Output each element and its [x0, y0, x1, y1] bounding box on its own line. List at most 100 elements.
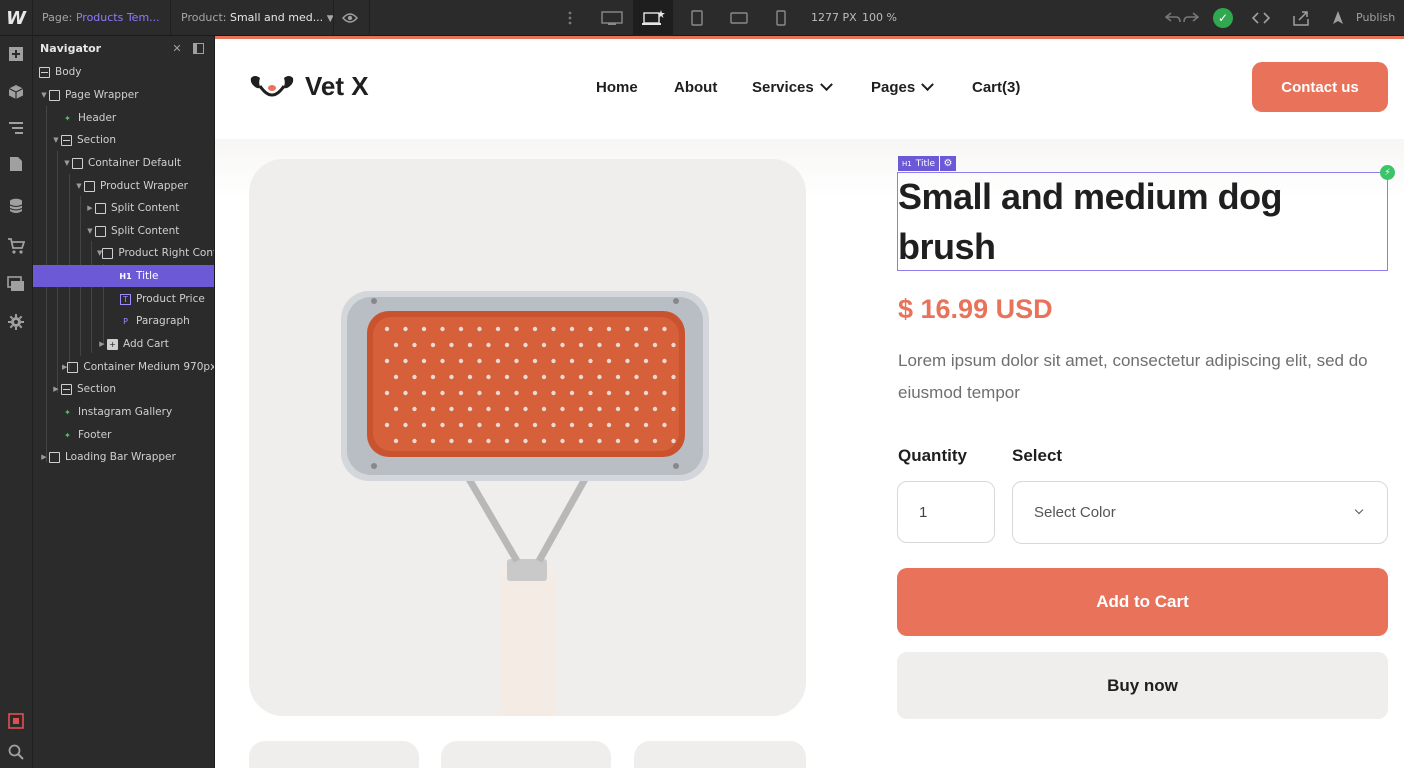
code-icon[interactable]	[1251, 8, 1271, 28]
navigator-panel: Navigator ✕ Body ▼ Page Wrapper ✦ Header…	[33, 36, 215, 768]
buy-now-button[interactable]: Buy now	[897, 652, 1388, 719]
paragraph-icon: P	[123, 316, 128, 326]
nav-item-loading-bar-wrapper[interactable]: ▶ Loading Bar Wrapper	[33, 446, 214, 468]
nav-item-section-2[interactable]: ▶ Section	[33, 378, 214, 400]
nav-dropdown-label: Services	[752, 79, 814, 96]
redo-icon[interactable]	[1181, 8, 1201, 28]
expand-arrow-icon[interactable]: ▼	[85, 227, 95, 235]
thumbnail-1[interactable]	[249, 741, 419, 768]
product-image-card[interactable]	[249, 159, 806, 716]
canvas-width: 1277 PX	[811, 11, 857, 24]
nav-link-about[interactable]: About	[674, 79, 717, 96]
nav-dropdown-services[interactable]: Services	[752, 78, 833, 96]
nav-item-paragraph[interactable]: P Paragraph	[33, 310, 214, 332]
publish-button[interactable]: Publish	[1356, 11, 1395, 24]
div-block-icon	[49, 451, 60, 463]
nav-link-home[interactable]: Home	[596, 79, 638, 96]
search-icon[interactable]	[6, 742, 26, 762]
preview-eye-icon[interactable]	[340, 8, 360, 28]
page-selector[interactable]: Page: Products Tem...	[42, 11, 160, 24]
nav-item-split-content-2[interactable]: ▼ Split Content	[33, 220, 214, 242]
nav-item-product-price[interactable]: T Product Price	[33, 288, 214, 310]
interaction-bolt-icon[interactable]: ⚡	[1380, 165, 1395, 180]
expand-arrow-icon[interactable]: ▼	[74, 182, 84, 190]
tree-label: Split Content	[111, 225, 180, 237]
symbol-icon: ✦	[64, 113, 71, 123]
nav-item-footer[interactable]: ✦ Footer	[33, 424, 214, 446]
nav-item-product-right-content[interactable]: ▼ Product Right Cont	[33, 242, 214, 264]
tree-label: Product Price	[136, 293, 205, 305]
more-options-icon[interactable]	[560, 8, 580, 28]
navigator-layers-icon[interactable]	[6, 118, 26, 138]
selected-element-tag[interactable]: H1 Title ⚙	[898, 156, 957, 171]
expand-arrow-icon[interactable]: ▼	[62, 159, 72, 167]
nav-item-container-default[interactable]: ▼ Container Default	[33, 152, 214, 174]
dock-panel-icon[interactable]	[191, 41, 205, 55]
mobile-portrait-breakpoint-icon[interactable]	[761, 0, 801, 36]
nav-dropdown-pages[interactable]: Pages	[871, 78, 935, 96]
desktop-breakpoint-icon[interactable]	[633, 0, 673, 36]
collapsed-arrow-icon[interactable]: ▶	[51, 385, 61, 393]
undo-icon[interactable]	[1163, 8, 1183, 28]
tree-label: Section	[77, 134, 117, 146]
tree-label: Split Content	[111, 202, 180, 214]
mobile-landscape-breakpoint-icon[interactable]	[719, 0, 759, 36]
nav-link-cart[interactable]: Cart(3)	[972, 79, 1020, 96]
add-elements-icon[interactable]	[6, 44, 26, 64]
symbols-cube-icon[interactable]	[6, 82, 26, 102]
product-description: Lorem ipsum dolor sit amet, consectetur …	[898, 351, 1368, 402]
collapse-all-icon[interactable]: ✕	[170, 41, 184, 55]
contact-us-button[interactable]: Contact us	[1252, 62, 1388, 112]
nav-item-page-wrapper[interactable]: ▼ Page Wrapper	[33, 84, 214, 106]
thumbnail-2[interactable]	[441, 741, 611, 768]
publish-rocket-icon[interactable]	[1328, 8, 1348, 28]
div-block-icon	[95, 225, 106, 237]
div-block-icon	[49, 89, 60, 101]
div-block-icon	[95, 202, 106, 214]
thumbnail-3[interactable]	[634, 741, 806, 768]
pages-icon[interactable]	[6, 154, 26, 174]
nav-item-add-cart[interactable]: ▶ + Add Cart	[33, 333, 214, 355]
element-settings-gear-icon[interactable]: ⚙	[940, 156, 957, 171]
nav-item-body[interactable]: Body	[33, 61, 214, 83]
nav-item-product-wrapper[interactable]: ▼ Product Wrapper	[33, 175, 214, 197]
add-to-cart-button[interactable]: Add to Cart	[897, 568, 1388, 636]
product-title[interactable]: Small and medium dog brush	[898, 172, 1378, 272]
select-label: Select	[1012, 446, 1063, 465]
webflow-logo[interactable]: W	[0, 0, 33, 36]
heading-badge: H1	[902, 159, 912, 168]
product-value: Small and med...	[229, 11, 324, 24]
nav-item-section[interactable]: ▼ Section	[33, 129, 214, 151]
product-selector[interactable]: Product: Small and med... ▼	[181, 11, 334, 24]
desktop-large-breakpoint-icon[interactable]	[592, 0, 632, 36]
cms-database-icon[interactable]	[6, 196, 26, 216]
expand-arrow-icon[interactable]: ▼	[51, 136, 61, 144]
nav-item-title[interactable]: H1 Title	[33, 265, 214, 287]
expand-arrow-icon[interactable]: ▼	[39, 91, 49, 99]
nav-item-header[interactable]: ✦ Header	[33, 107, 214, 129]
section-icon	[61, 383, 72, 395]
quantity-input[interactable]: 1	[897, 481, 995, 543]
left-toolbar	[0, 36, 33, 768]
collapsed-arrow-icon[interactable]: ▶	[39, 453, 49, 461]
page-value: Products Tem...	[75, 11, 160, 24]
symbol-icon: ✦	[64, 430, 71, 440]
tree-label: Container Medium 970px	[83, 361, 215, 373]
tree-label: Header	[78, 112, 117, 124]
record-icon[interactable]	[6, 711, 26, 731]
color-select[interactable]: Select Color	[1012, 481, 1388, 544]
settings-gear-icon[interactable]	[6, 312, 26, 332]
ecommerce-cart-icon[interactable]	[6, 236, 26, 256]
section-icon	[61, 134, 72, 146]
nav-item-split-content-1[interactable]: ▶ Split Content	[33, 197, 214, 219]
export-icon[interactable]	[1291, 8, 1311, 28]
collapsed-arrow-icon[interactable]: ▶	[85, 204, 95, 212]
dog-brush-image	[341, 291, 709, 716]
tablet-breakpoint-icon[interactable]	[677, 0, 717, 36]
collapsed-arrow-icon[interactable]: ▶	[97, 340, 107, 348]
assets-images-icon[interactable]	[6, 274, 26, 294]
nav-item-instagram-gallery[interactable]: ✦ Instagram Gallery	[33, 401, 214, 423]
nav-item-container-medium[interactable]: ▶ Container Medium 970px	[33, 356, 215, 378]
div-block-icon	[84, 180, 95, 192]
brand-logo[interactable]: Vet X	[249, 71, 369, 102]
